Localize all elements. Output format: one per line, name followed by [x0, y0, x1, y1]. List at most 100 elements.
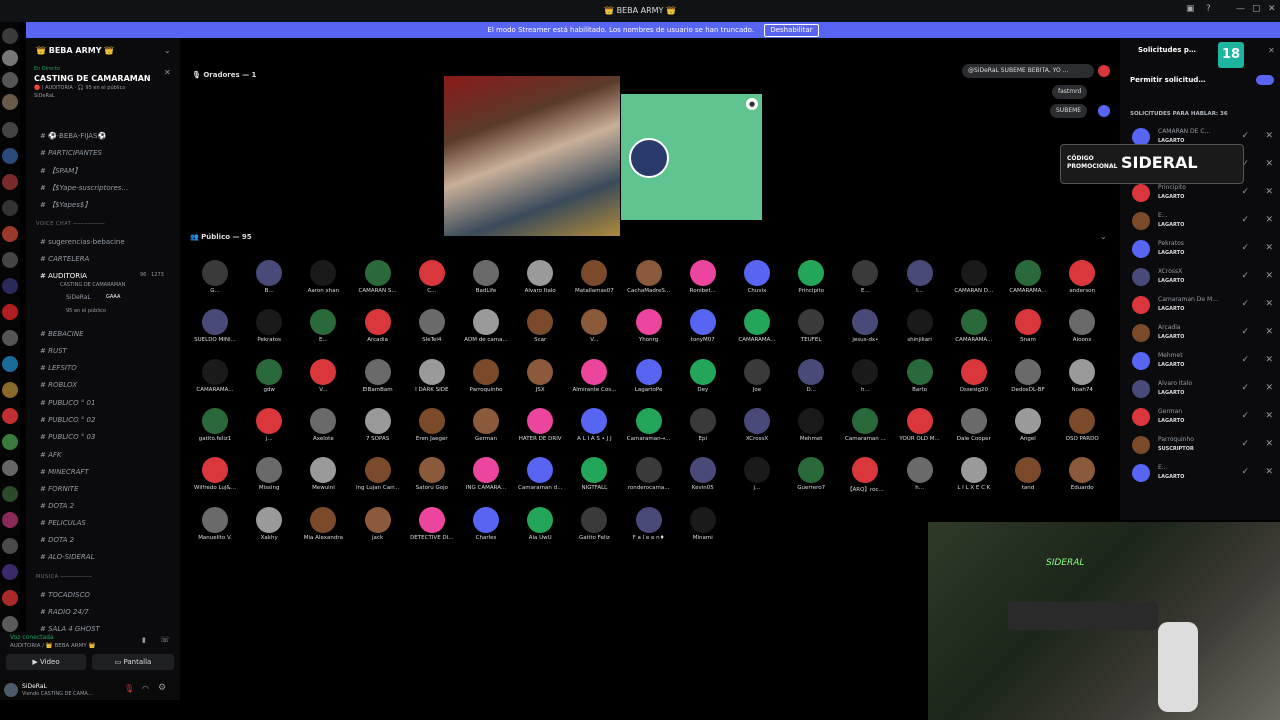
audience-member[interactable]: YOUR OLD M...	[893, 407, 947, 442]
channel-item[interactable]: # 【$Yapes$】	[40, 200, 91, 210]
audience-member[interactable]: V...	[296, 358, 350, 393]
audience-member[interactable]: SUELDO MINI...	[188, 309, 242, 343]
server-icon[interactable]	[2, 122, 18, 138]
audience-member[interactable]: Mehmet	[784, 407, 838, 442]
audience-member[interactable]: CAMARAN D...	[947, 260, 1001, 294]
audience-member[interactable]: E...	[838, 260, 892, 294]
disable-streamer-button[interactable]: Deshabilitar	[764, 24, 819, 37]
speaker-tile[interactable]: ●	[621, 94, 762, 220]
audience-member[interactable]: j...	[242, 407, 296, 442]
audience-member[interactable]: ADM de cama...	[459, 309, 513, 343]
server-icon[interactable]	[2, 564, 18, 580]
channel-item[interactable]: # 【$Yape-suscriptores…	[40, 183, 128, 193]
channel-item[interactable]: # PUBLICO ° 03	[40, 433, 95, 441]
audience-member[interactable]: Ing Lujan Carr...	[351, 457, 405, 491]
request-item[interactable]: Pekratos LAGARTO ✓ ✕	[1132, 236, 1277, 264]
channel-item[interactable]: # RADIO 24/7	[40, 608, 89, 616]
request-item[interactable]: German LAGARTO ✓ ✕	[1132, 404, 1277, 432]
request-item[interactable]: XCrossX LAGARTO ✓ ✕	[1132, 264, 1277, 292]
request-item[interactable]: Alvaro Italo LAGARTO ✓ ✕	[1132, 376, 1277, 404]
audience-member[interactable]: Camaraman→...	[622, 407, 676, 442]
channel-item[interactable]: # sugerencias-bebacine	[40, 238, 125, 246]
channel-item[interactable]: # LEFSITO	[40, 364, 77, 372]
close-icon[interactable]: ✕	[1268, 46, 1275, 55]
server-icon[interactable]	[2, 94, 18, 110]
audience-member[interactable]: CAMARAMA...	[188, 358, 242, 393]
minimize-icon[interactable]: —	[1236, 4, 1245, 14]
audience-member[interactable]: Angel	[1001, 407, 1055, 442]
invite-to-speak-icon[interactable]: ✓	[1241, 215, 1249, 225]
audience-member[interactable]: SleTel4	[405, 309, 459, 343]
audience-member[interactable]: Kevin05	[676, 457, 730, 491]
channel-item[interactable]: # DOTA 2	[40, 502, 74, 510]
invite-to-speak-icon[interactable]: ✓	[1241, 383, 1249, 393]
dismiss-icon[interactable]: ✕	[1265, 159, 1273, 169]
live-event[interactable]: En Directo CASTING DE CAMARAMAN 🔴 | AUDI…	[34, 66, 174, 99]
server-icon[interactable]	[2, 616, 18, 632]
inbox-icon[interactable]: ▣	[1186, 4, 1195, 14]
audience-member[interactable]: JSX	[513, 358, 567, 393]
channel-item[interactable]: # FORNITE	[40, 485, 79, 493]
server-icon[interactable]	[2, 304, 18, 320]
audience-member[interactable]: Pekratos	[242, 309, 296, 343]
audience-member[interactable]: ronderocama...	[622, 457, 676, 491]
audience-member[interactable]: Aaron xhan	[296, 260, 350, 294]
audience-member[interactable]: CAMARAN S...	[351, 260, 405, 294]
request-item[interactable]: E… LAGARTO ✓ ✕	[1132, 460, 1277, 488]
dismiss-icon[interactable]: ✕	[1265, 467, 1273, 477]
invite-to-speak-icon[interactable]: ✓	[1241, 243, 1249, 253]
audience-member[interactable]: Principito	[784, 260, 838, 294]
server-icon[interactable]	[2, 486, 18, 502]
audience-member[interactable]: Satoru Gojo	[405, 457, 459, 491]
close-window-icon[interactable]: ✕	[1268, 4, 1276, 14]
dismiss-icon[interactable]: ✕	[1265, 439, 1273, 449]
audience-member[interactable]: Mewuini	[296, 457, 350, 491]
server-icon[interactable]	[2, 590, 18, 606]
audience-member[interactable]: Snam	[1001, 309, 1055, 343]
audience-member[interactable]: tand	[1001, 457, 1055, 491]
audience-member[interactable]: gdw	[242, 358, 296, 393]
channel-item[interactable]: # ALO-SIDERAL	[40, 553, 94, 561]
channel-item[interactable]: # BEBACINE	[40, 330, 84, 338]
maximize-icon[interactable]: ▢	[1252, 4, 1261, 14]
audience-member[interactable]: CachaMadreS...	[622, 260, 676, 294]
audience-member[interactable]: Camaraman d...	[513, 457, 567, 491]
request-item[interactable]: Principito LAGARTO ✓ ✕	[1132, 180, 1277, 208]
server-icon[interactable]	[2, 50, 18, 66]
audience-member[interactable]: Parroquinho	[459, 358, 513, 393]
audience-member[interactable]: Alvaro Italo	[513, 260, 567, 294]
audience-member[interactable]: h...	[838, 358, 892, 393]
channel-category[interactable]: MUSICA ─────────	[36, 574, 92, 580]
audience-member[interactable]: Guerrero7	[784, 457, 838, 491]
server-icon[interactable]	[2, 538, 18, 554]
auditoria-member[interactable]: SiDeRaL	[66, 294, 91, 301]
invite-to-speak-icon[interactable]: ✓	[1241, 411, 1249, 421]
channel-category[interactable]: VOICE CHAT ─────────	[36, 221, 105, 227]
audience-member[interactable]: Dale Cooper	[947, 407, 1001, 442]
audience-member[interactable]: A L I A S • J J	[567, 407, 621, 442]
channel-item[interactable]: # RUST	[40, 347, 67, 355]
audience-member[interactable]: ElBamBam	[351, 358, 405, 393]
audience-member[interactable]: 【ARQ】roc...	[838, 457, 892, 493]
audience-member[interactable]: DETECTIVE DI...	[405, 506, 459, 541]
dismiss-icon[interactable]: ✕	[1265, 187, 1273, 197]
request-item[interactable]: Arcadia LAGARTO ✓ ✕	[1132, 320, 1277, 348]
channel-item[interactable]: # AFK	[40, 451, 62, 459]
audience-member[interactable]: Mia Alexandra	[296, 506, 350, 541]
dismiss-icon[interactable]: ✕	[1265, 243, 1273, 253]
audience-member[interactable]: Yhonrg	[622, 309, 676, 343]
audience-member[interactable]: jesus-dx•	[838, 309, 892, 343]
audience-member[interactable]: B...	[242, 260, 296, 294]
invite-to-speak-icon[interactable]: ✓	[1241, 327, 1249, 337]
server-icon[interactable]	[2, 174, 18, 190]
audience-member[interactable]: German	[459, 407, 513, 442]
audience-member[interactable]: Chuvix	[730, 260, 784, 294]
audience-member[interactable]: OSO PARDO	[1055, 407, 1109, 442]
audience-member[interactable]: Missing	[242, 457, 296, 491]
channel-item[interactable]: # DOTA 2	[40, 536, 74, 544]
server-icon[interactable]	[2, 512, 18, 528]
stream-icon[interactable]: ●	[746, 98, 758, 110]
audience-member[interactable]: C...	[405, 260, 459, 294]
invite-to-speak-icon[interactable]: ✓	[1241, 467, 1249, 477]
server-icon[interactable]	[2, 434, 18, 450]
